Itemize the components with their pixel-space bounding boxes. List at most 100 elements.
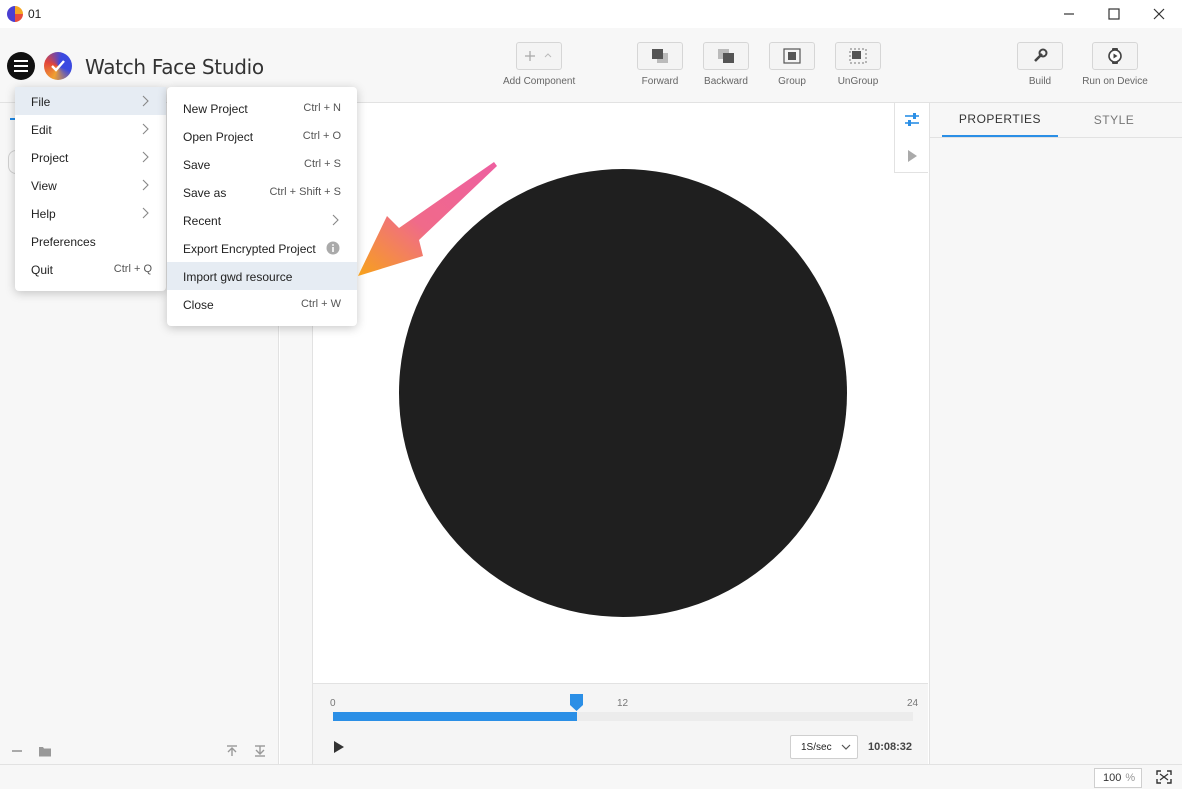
title-bar: 01 xyxy=(0,0,1182,28)
forward-tool[interactable]: Forward xyxy=(637,42,683,87)
add-icon xyxy=(525,51,552,61)
menu-item-view[interactable]: View xyxy=(15,171,166,199)
menu-item-shortcut: Ctrl + N xyxy=(303,102,341,114)
menu-item-label: Quit xyxy=(31,263,54,277)
menu-item-edit[interactable]: Edit xyxy=(15,115,166,143)
timeline-panel: 0 12 24 1S/sec 10:08:32 xyxy=(313,683,928,764)
timeline-playhead[interactable] xyxy=(570,694,584,711)
menu-item-close[interactable]: Close Ctrl + W xyxy=(167,290,357,318)
move-top-icon xyxy=(227,745,237,756)
speed-value: 1S/sec xyxy=(801,742,832,753)
timeline-track[interactable] xyxy=(333,712,913,721)
backward-button[interactable] xyxy=(703,42,749,70)
layers-panel-footer xyxy=(0,737,279,764)
app-icon xyxy=(7,6,23,22)
tab-style[interactable]: STYLE xyxy=(1058,103,1170,137)
menu-item-quit[interactable]: Quit Ctrl + Q xyxy=(15,255,166,283)
tab-properties[interactable]: PROPERTIES xyxy=(942,103,1058,137)
group-label: Group xyxy=(778,76,806,87)
menu-item-label: View xyxy=(31,179,57,193)
menu-item-export-encrypted-project[interactable]: Export Encrypted Project xyxy=(167,234,357,262)
wrench-icon xyxy=(1034,48,1048,62)
app-logo xyxy=(44,52,72,80)
adjust-sliders-icon[interactable] xyxy=(895,103,929,137)
minimize-button[interactable] xyxy=(1046,0,1092,28)
menu-item-save[interactable]: Save Ctrl + S xyxy=(167,150,357,178)
chevron-right-icon xyxy=(142,123,149,135)
menu-item-preferences[interactable]: Preferences xyxy=(15,227,166,255)
play-icon xyxy=(334,741,344,753)
menu-item-shortcut: Ctrl + S xyxy=(304,158,341,170)
new-folder-button[interactable] xyxy=(37,743,53,759)
menu-item-import-gwd-resource[interactable]: Import gwd resource xyxy=(167,262,357,290)
run-on-device-button[interactable] xyxy=(1092,42,1138,70)
menu-item-label: Open Project xyxy=(183,130,254,144)
speed-select[interactable]: 1S/sec xyxy=(790,735,858,759)
main-menu: File Edit Project View Help Preferences … xyxy=(15,87,166,291)
menu-item-shortcut: Ctrl + Q xyxy=(113,263,152,275)
add-component-label: Add Component xyxy=(503,76,576,87)
ungroup-tool[interactable]: UnGroup xyxy=(835,42,881,87)
remove-layer-button[interactable] xyxy=(9,743,25,759)
move-layer-top-button[interactable] xyxy=(224,743,240,759)
move-layer-bottom-button[interactable] xyxy=(252,743,268,759)
status-bar: 100% xyxy=(0,764,1182,789)
menu-item-project[interactable]: Project xyxy=(15,143,166,171)
menu-item-shortcut: Ctrl + W xyxy=(300,298,341,310)
build-label: Build xyxy=(1028,76,1052,87)
timeline-play-button[interactable] xyxy=(333,740,345,757)
build-tool[interactable]: Build xyxy=(1017,42,1063,87)
watch-icon xyxy=(1108,48,1122,64)
ungroup-label: UnGroup xyxy=(837,76,879,87)
zoom-input[interactable]: 100% xyxy=(1094,768,1142,788)
checkmark-icon xyxy=(51,60,65,72)
tab-divider xyxy=(930,137,1182,138)
menu-item-open-project[interactable]: Open Project Ctrl + O xyxy=(167,122,357,150)
maximize-button[interactable] xyxy=(1091,0,1137,28)
menu-item-recent[interactable]: Recent xyxy=(167,206,357,234)
timeline-tick-mid: 12 xyxy=(617,698,629,709)
forward-button[interactable] xyxy=(637,42,683,70)
chevron-down-icon xyxy=(841,744,851,750)
menu-item-shortcut: Ctrl + O xyxy=(302,130,341,142)
folder-icon xyxy=(39,747,51,757)
add-component-tool[interactable]: Add Component xyxy=(503,42,575,87)
menu-item-label: Project xyxy=(31,151,69,165)
minus-icon xyxy=(12,750,22,752)
menu-item-new-project[interactable]: New Project Ctrl + N xyxy=(167,94,357,122)
close-icon xyxy=(1153,8,1165,20)
menu-item-save-as[interactable]: Save as Ctrl + Shift + S xyxy=(167,178,357,206)
menu-item-help[interactable]: Help xyxy=(15,199,166,227)
properties-panel: PROPERTIES STYLE xyxy=(929,103,1182,764)
menu-item-label: Save xyxy=(183,158,211,172)
menu-item-label: Help xyxy=(31,207,56,221)
info-icon[interactable] xyxy=(326,241,340,255)
chevron-right-icon xyxy=(142,151,149,163)
fit-to-screen-button[interactable] xyxy=(1156,770,1172,787)
menu-item-label: Export Encrypted Project xyxy=(183,242,316,256)
add-component-button[interactable] xyxy=(516,42,562,70)
backward-tool[interactable]: Backward xyxy=(703,42,749,87)
run-on-device-label: Run on Device xyxy=(1082,76,1148,87)
close-window-button[interactable] xyxy=(1136,0,1182,28)
timeline-tick-end: 24 xyxy=(907,698,919,709)
app-name: Watch Face Studio xyxy=(85,55,264,79)
build-button[interactable] xyxy=(1017,42,1063,70)
forward-label: Forward xyxy=(641,76,679,87)
menu-item-label: Save as xyxy=(183,186,227,200)
preview-play-icon[interactable] xyxy=(895,140,929,174)
menu-item-label: Recent xyxy=(183,214,222,228)
chevron-right-icon xyxy=(142,207,149,219)
window-title: 01 xyxy=(28,7,42,21)
menu-icon xyxy=(14,60,28,72)
run-on-device-tool[interactable]: Run on Device xyxy=(1082,42,1148,87)
group-button[interactable] xyxy=(769,42,815,70)
annotation-arrow-icon xyxy=(358,162,497,276)
menu-item-file[interactable]: File xyxy=(15,87,166,115)
ungroup-button[interactable] xyxy=(835,42,881,70)
send-backward-icon xyxy=(718,49,734,63)
bring-forward-icon xyxy=(652,49,668,63)
group-tool[interactable]: Group xyxy=(769,42,815,87)
move-bottom-icon xyxy=(255,745,265,757)
hamburger-menu-button[interactable] xyxy=(7,52,35,80)
